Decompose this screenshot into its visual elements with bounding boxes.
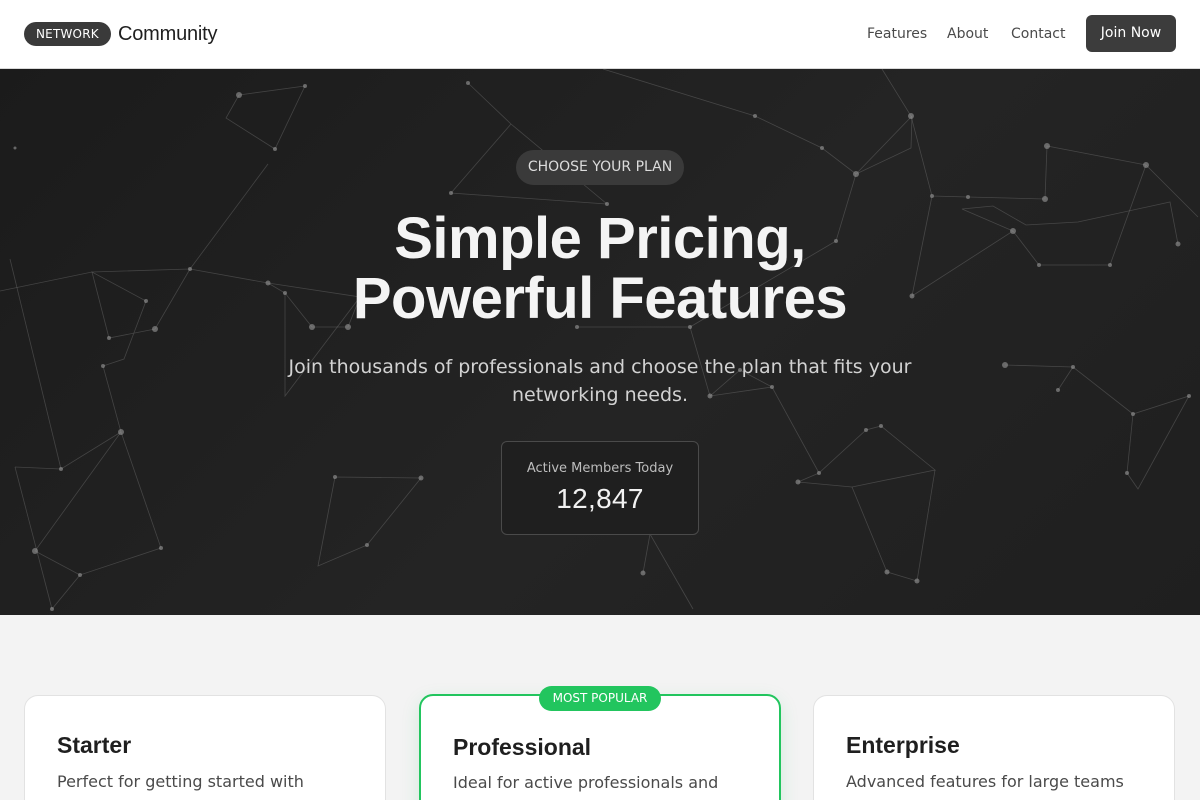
site-header: NETWORK Community Features About Contact… xyxy=(0,0,1200,69)
plan-description: Advanced features for large teams and or… xyxy=(846,772,1124,800)
hero-title-line-1: Simple Pricing, xyxy=(394,206,806,271)
plan-title: Starter xyxy=(57,732,132,758)
plan-card-starter[interactable]: Starter Perfect for getting started with… xyxy=(24,695,386,800)
brand-name[interactable]: Community xyxy=(118,21,218,47)
hero-section: CHOOSE YOUR PLAN Simple Pricing, Powerfu… xyxy=(0,69,1200,615)
plan-description: Perfect for getting started with profess… xyxy=(57,772,304,800)
hero-title-line-2: Powerful Features xyxy=(352,266,848,331)
brand-badge[interactable]: NETWORK xyxy=(24,22,111,46)
active-members-stat: Active Members Today 12,847 xyxy=(501,441,699,535)
plan-description: Ideal for active professionals and creat… xyxy=(453,773,719,800)
nav-link-about[interactable]: About xyxy=(947,24,988,44)
stat-value: 12,847 xyxy=(556,483,644,514)
join-now-button[interactable]: Join Now xyxy=(1086,15,1176,52)
plan-tag: CHOOSE YOUR PLAN xyxy=(516,150,684,185)
plan-title: Professional xyxy=(453,734,592,760)
hero-title: Simple Pricing, Powerful Features xyxy=(200,209,1000,329)
plan-card-enterprise[interactable]: Enterprise Advanced features for large t… xyxy=(813,695,1175,800)
stat-label: Active Members Today xyxy=(526,461,674,476)
nav-link-features[interactable]: Features xyxy=(867,24,927,44)
nav-link-contact[interactable]: Contact xyxy=(1011,24,1065,44)
plan-title: Enterprise xyxy=(846,732,960,758)
most-popular-badge: MOST POPULAR xyxy=(539,686,661,711)
hero-subtitle: Join thousands of professionals and choo… xyxy=(288,356,912,406)
